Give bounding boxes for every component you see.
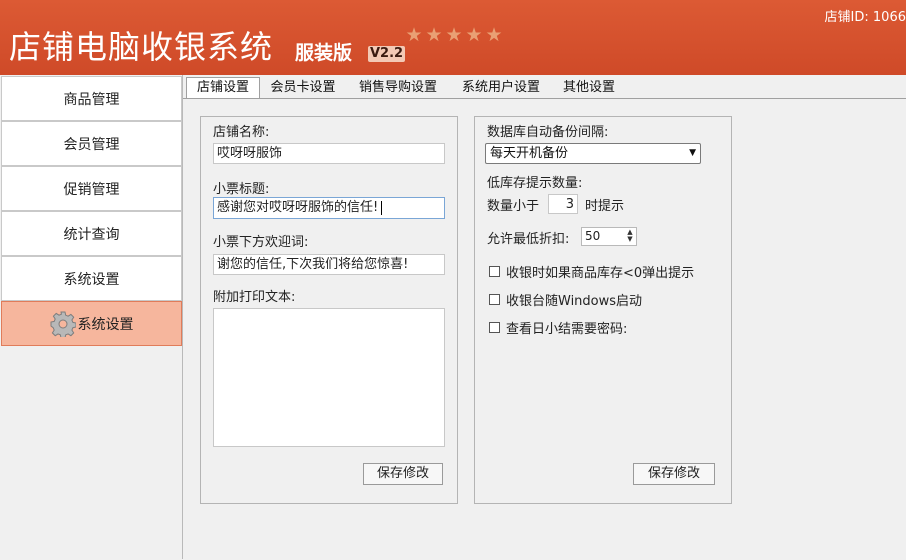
- sidebar-item-promotions[interactable]: 促销管理: [1, 166, 182, 211]
- negative-stock-checkbox[interactable]: [489, 266, 500, 277]
- qty-prefix-label: 数量小于: [487, 199, 540, 214]
- sidebar-item-settings-active[interactable]: 系统设置: [1, 301, 182, 346]
- backup-interval-value: 每天开机备份: [490, 146, 569, 161]
- tab-other-settings[interactable]: 其他设置: [555, 78, 623, 98]
- low-stock-qty-input[interactable]: 3: [548, 194, 578, 214]
- tab-store-settings[interactable]: 店铺设置: [186, 77, 260, 99]
- low-stock-label: 低库存提示数量:: [487, 176, 583, 191]
- backup-interval-select[interactable]: 每天开机备份 ▼: [485, 143, 701, 164]
- save-store-button[interactable]: 保存修改: [363, 463, 443, 485]
- autostart-checkbox[interactable]: [489, 294, 500, 305]
- receipt-welcome-label: 小票下方欢迎词:: [213, 235, 309, 250]
- app-header: 店铺电脑收银系统 服装版 V2.2 ★ ★ ★ ★ ★ 店铺ID: 1066: [0, 0, 906, 75]
- summary-password-label: 查看日小结需要密码:: [506, 322, 628, 337]
- min-discount-label: 允许最低折扣:: [487, 232, 570, 247]
- text-caret: [381, 200, 383, 215]
- sidebar-item-products[interactable]: 商品管理: [1, 76, 182, 121]
- settings-tabs: 店铺设置 会员卡设置 销售导购设置 系统用户设置 其他设置: [183, 77, 906, 99]
- autostart-checkbox-row[interactable]: 收银台随Windows启动: [489, 290, 642, 309]
- receipt-title-label: 小票标题:: [213, 182, 270, 197]
- gear-icon: [50, 311, 76, 337]
- min-discount-value: 50: [585, 229, 601, 243]
- tab-sales-guide-settings[interactable]: 销售导购设置: [351, 78, 445, 98]
- store-id: 店铺ID: 1066: [824, 10, 906, 25]
- sidebar-item-label: 促销管理: [63, 181, 120, 198]
- sidebar-item-label: 统计查询: [63, 226, 120, 243]
- dropdown-arrow-icon: ▼: [689, 148, 696, 158]
- star-icon: ★: [425, 24, 443, 46]
- extra-print-label: 附加打印文本:: [213, 290, 296, 305]
- store-name-input[interactable]: 哎呀呀服饰: [213, 143, 445, 164]
- rating-stars: ★ ★ ★ ★ ★: [404, 24, 504, 46]
- star-icon: ★: [445, 24, 463, 46]
- store-name-label: 店铺名称:: [213, 125, 270, 140]
- sidebar-item-statistics[interactable]: 统计查询: [1, 211, 182, 256]
- tab-member-card-settings[interactable]: 会员卡设置: [263, 78, 343, 98]
- sidebar-item-label: 会员管理: [63, 136, 120, 153]
- version-badge: V2.2: [368, 46, 406, 62]
- edition-label: 服装版: [295, 42, 353, 64]
- min-discount-spinner[interactable]: 50 ▲ ▼: [581, 227, 637, 246]
- tab-system-user-settings[interactable]: 系统用户设置: [455, 78, 547, 98]
- qty-suffix-label: 时提示: [585, 199, 625, 214]
- app-title: 店铺电脑收银系统: [9, 28, 274, 66]
- star-icon: ★: [405, 24, 423, 46]
- store-settings-panel: 店铺名称: 哎呀呀服饰 小票标题: 感谢您对哎呀呀服饰的信任! 小票下方欢迎词:…: [200, 116, 458, 504]
- sidebar-item-label: 系统设置: [63, 271, 120, 288]
- backup-interval-label: 数据库自动备份间隔:: [487, 125, 609, 140]
- system-settings-panel: 数据库自动备份间隔: 每天开机备份 ▼ 低库存提示数量: 数量小于 3 时提示 …: [474, 116, 732, 504]
- sidebar-item-settings[interactable]: 系统设置: [1, 256, 182, 301]
- extra-print-textarea[interactable]: [213, 308, 445, 447]
- autostart-label: 收银台随Windows启动: [506, 294, 643, 309]
- summary-password-checkbox-row[interactable]: 查看日小结需要密码:: [489, 318, 627, 337]
- receipt-welcome-input[interactable]: 谢您的信任,下次我们将给您惊喜!: [213, 254, 445, 275]
- summary-password-checkbox[interactable]: [489, 322, 500, 333]
- receipt-title-input[interactable]: 感谢您对哎呀呀服饰的信任!: [213, 197, 445, 219]
- sidebar-item-members[interactable]: 会员管理: [1, 121, 182, 166]
- receipt-title-text: 感谢您对哎呀呀服饰的信任!: [217, 200, 379, 215]
- spinner-arrows-icon[interactable]: ▲ ▼: [625, 229, 635, 244]
- sidebar: 商品管理 会员管理 促销管理 统计查询 系统设置 系统设置: [0, 75, 183, 559]
- sidebar-item-label: 商品管理: [63, 91, 120, 108]
- negative-stock-label: 收银时如果商品库存<0弹出提示: [506, 266, 695, 281]
- star-icon: ★: [485, 24, 503, 46]
- negative-stock-checkbox-row[interactable]: 收银时如果商品库存<0弹出提示: [489, 262, 694, 281]
- star-icon: ★: [465, 24, 483, 46]
- sidebar-item-label: 系统设置: [77, 316, 134, 333]
- save-system-button[interactable]: 保存修改: [633, 463, 715, 485]
